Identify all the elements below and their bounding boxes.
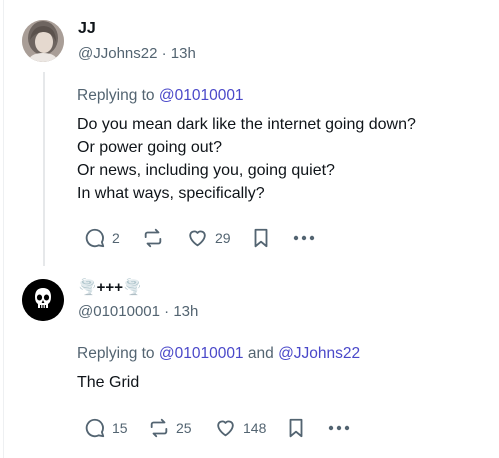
bookmark-button[interactable] [251, 223, 271, 253]
more-button[interactable] [328, 413, 350, 443]
reply-button[interactable]: 2 [84, 223, 120, 253]
post-line: Or power going out? [77, 139, 222, 156]
bookmark-button[interactable] [286, 413, 306, 443]
repost-button[interactable] [142, 223, 170, 253]
post-body: Do you mean dark like the internet going… [77, 113, 416, 205]
display-name[interactable]: JJ [78, 20, 96, 38]
timestamp[interactable]: 13h [173, 303, 198, 320]
mention-link[interactable]: @01010001 [159, 87, 244, 104]
handle[interactable]: @JJohns22 [78, 45, 157, 62]
replying-to: Replying to @01010001 [77, 87, 244, 105]
reply-count: 2 [112, 230, 120, 246]
replying-to-label: Replying to [77, 87, 155, 104]
handle-time: @JJohns22 · 13h [78, 45, 196, 62]
display-name[interactable]: 🌪️+++🌪️ [78, 278, 142, 296]
more-icon [293, 235, 315, 241]
post-body: The Grid [77, 371, 139, 394]
reply-count: 15 [112, 420, 128, 436]
more-icon [328, 425, 350, 431]
like-icon [217, 420, 234, 437]
reply-button[interactable]: 15 [84, 413, 128, 443]
like-count: 148 [243, 420, 267, 436]
handle[interactable]: @01010001 [78, 303, 160, 320]
like-button[interactable]: 29 [186, 223, 231, 253]
replying-to: Replying to @01010001 and @JJohns22 [77, 345, 360, 363]
like-icon [189, 230, 206, 247]
post-line: Or news, including you, going quiet? [77, 162, 335, 179]
mention-link[interactable]: @JJohns22 [278, 345, 360, 362]
action-bar: 15 25 148 [0, 413, 499, 443]
like-button[interactable]: 148 [214, 413, 266, 443]
reply-icon [85, 228, 105, 248]
handle-time: @01010001 · 13h [78, 303, 198, 320]
skull-icon [22, 279, 64, 321]
post-line: Do you mean dark like the internet going… [77, 116, 416, 133]
separator: · [164, 303, 170, 320]
post-line: The Grid [77, 374, 140, 391]
repost-button[interactable]: 25 [148, 413, 192, 443]
reply-icon [85, 418, 105, 438]
repost-count: 25 [176, 420, 192, 436]
timestamp[interactable]: 13h [171, 45, 196, 62]
bookmark-icon [254, 228, 268, 248]
more-button[interactable] [293, 223, 315, 253]
mention-link[interactable]: @01010001 [159, 345, 244, 362]
action-bar: 2 29 [0, 223, 499, 253]
post-line: In what ways, specifically? [77, 185, 265, 202]
bookmark-icon [289, 418, 303, 438]
separator: · [161, 45, 167, 62]
repost-icon [150, 418, 168, 438]
replying-to-label: Replying to [77, 345, 155, 362]
replying-to-connector: and [247, 345, 274, 362]
avatar[interactable] [22, 20, 64, 62]
like-count: 29 [215, 230, 231, 246]
avatar[interactable] [22, 279, 64, 321]
repost-icon [144, 228, 162, 248]
